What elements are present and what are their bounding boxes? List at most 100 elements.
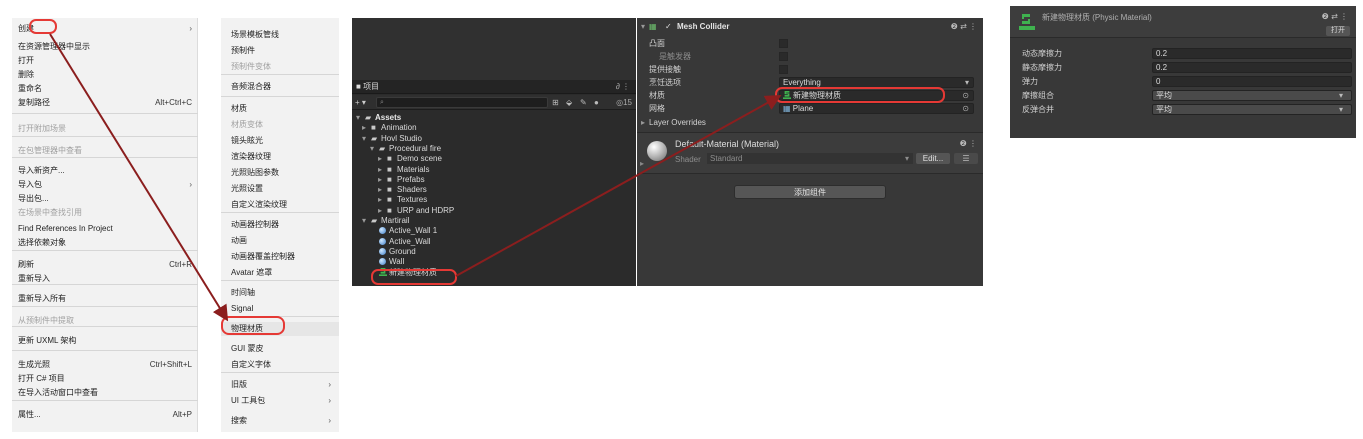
project-tree-item[interactable]: ▸ ■ Prefabs — [378, 175, 425, 185]
submenu-item[interactable]: Signal — [221, 302, 339, 316]
foldout-arrow-icon[interactable]: ▸ — [378, 175, 387, 185]
component-menu-icons[interactable]: ❷ ⇄ ⋮ — [951, 20, 977, 34]
project-tree-item[interactable]: ▾ ▰ Procedural fire — [370, 144, 441, 154]
cooking-options-dropdown[interactable]: Everything ▾ — [779, 77, 974, 88]
context-menu-item[interactable]: 重新导入所有 — [12, 292, 198, 306]
submenu-item[interactable]: 预制件 — [221, 44, 339, 58]
project-tree-item[interactable]: ▸ ■ Shaders — [378, 185, 427, 195]
context-menu-item[interactable]: 在包管理器中查看 — [12, 144, 198, 158]
hidden-count-badge[interactable]: ◎15 — [616, 96, 632, 109]
number-field[interactable]: 0.2 — [1152, 48, 1352, 59]
add-component-button[interactable]: 添加组件 — [734, 185, 886, 199]
context-menu-item[interactable]: 更新 UXML 架构 — [12, 334, 198, 348]
material-options-dropdown[interactable]: ☰ — [954, 153, 978, 164]
submenu-item[interactable]: 光照贴图参数 — [221, 166, 339, 180]
material-menu-icons[interactable]: ❷ ⋮ — [960, 139, 977, 148]
property-checkbox[interactable] — [779, 39, 788, 48]
foldout-arrow-icon[interactable]: ▸ — [362, 123, 371, 133]
project-tree-item[interactable]: ▾ ▰ Hovl Studio — [362, 134, 422, 144]
submenu-item[interactable]: 自定义渲染纹理 — [221, 198, 339, 212]
object-picker-icon[interactable]: ⊙ — [962, 91, 969, 100]
object-picker-icon[interactable]: ⊙ — [962, 104, 969, 113]
component-enabled-checkbox[interactable]: ✓ — [665, 20, 672, 34]
shader-dropdown[interactable]: Standard ▾ — [707, 153, 913, 164]
context-menu-item[interactable]: 导出包... — [12, 192, 198, 206]
foldout-arrow-icon[interactable]: ▸ — [641, 117, 645, 128]
context-menu-item[interactable]: 在场景中查找引用 — [12, 206, 198, 220]
project-tree-item[interactable]: Active_Wall — [370, 237, 431, 247]
favorite-icon[interactable]: ● — [594, 96, 599, 109]
context-menu-item[interactable]: 选择依赖对象 — [12, 236, 198, 250]
submenu-item[interactable]: 动画器覆盖控制器 — [221, 250, 339, 264]
property-label[interactable]: Layer Overrides — [649, 117, 706, 128]
foldout-arrow-icon[interactable]: ▾ — [362, 216, 371, 226]
submenu-item[interactable]: 动画器控制器 — [221, 218, 339, 232]
material-foldout-icon[interactable]: ▸ — [640, 159, 644, 168]
project-tree-item[interactable]: ▸ ■ Textures — [378, 195, 427, 205]
context-menu-item[interactable]: 复制路径 Alt+Ctrl+C — [12, 96, 198, 110]
submenu-item[interactable]: 光照设置 — [221, 182, 339, 196]
physic-material-field[interactable]: 新建物理材质 ⊙ — [779, 90, 974, 101]
submenu-item[interactable]: Avatar 遮罩 — [221, 266, 339, 280]
context-menu-item[interactable]: 删除 — [12, 68, 198, 82]
project-tree-item[interactable]: Active_Wall 1 — [370, 226, 437, 236]
project-tree-item[interactable]: Ground — [370, 247, 416, 257]
foldout-arrow-icon[interactable]: ▸ — [378, 206, 387, 216]
number-field[interactable]: 0.2 — [1152, 62, 1352, 73]
mesh-collider-header[interactable]: ▾ ▦ ✓ Mesh Collider ❷ ⇄ ⋮ — [637, 20, 983, 34]
project-search-input[interactable]: ⌕ — [376, 97, 548, 108]
physic-material-menu-icons[interactable]: ❷ ⇄ ⋮ — [1322, 12, 1348, 21]
context-menu-item[interactable]: 刷新 Ctrl+R — [12, 258, 198, 272]
submenu-item[interactable]: 材质 — [221, 102, 339, 116]
submenu-item[interactable]: 搜索 › — [221, 414, 339, 428]
property-checkbox[interactable] — [779, 65, 788, 74]
project-tree-item[interactable]: ▾ ▰ Martirail — [362, 216, 409, 226]
context-menu-item[interactable]: 生成光照 Ctrl+Shift+L — [12, 358, 198, 372]
combine-dropdown[interactable]: 平均 ▾ — [1152, 90, 1352, 101]
filter-by-type-icon[interactable]: ⊞ — [552, 96, 559, 109]
submenu-item[interactable]: 渲染器纹理 — [221, 150, 339, 164]
context-menu-item[interactable]: 在资源管理器中显示 — [12, 40, 198, 54]
submenu-item[interactable]: 镜头眩光 — [221, 134, 339, 148]
context-menu-item[interactable]: Find References In Project — [12, 222, 198, 236]
shader-edit-button[interactable]: Edit... — [916, 153, 950, 164]
create-plus-button[interactable]: + ▾ — [355, 96, 366, 109]
context-menu-item[interactable]: 打开 — [12, 54, 198, 68]
submenu-item[interactable]: UI 工具包 › — [221, 394, 339, 408]
context-menu-item[interactable]: 创建 › — [12, 22, 198, 36]
project-tree-item[interactable]: ▸ ■ URP and HDRP — [378, 206, 454, 216]
submenu-item[interactable]: 材质变体 — [221, 118, 339, 132]
project-tree-item[interactable]: ▸ ■ Materials — [378, 165, 429, 175]
project-tree-item[interactable]: ▸ ■ Demo scene — [378, 154, 442, 164]
submenu-item[interactable]: 物理材质 — [221, 322, 339, 336]
project-tree-item[interactable]: ▾ ▰ Assets — [356, 113, 401, 123]
number-field[interactable]: 0 — [1152, 76, 1352, 87]
submenu-item[interactable]: 预制件变体 — [221, 60, 339, 74]
context-menu-item[interactable]: 属性... Alt+P — [12, 408, 198, 422]
tab-project[interactable]: ■ 项目 — [356, 81, 379, 93]
submenu-item[interactable]: 时间轴 — [221, 286, 339, 300]
tab-options-icon[interactable]: ∂ ⋮ — [616, 81, 630, 93]
context-menu-item[interactable]: 导入新资产... — [12, 164, 198, 178]
foldout-arrow-icon[interactable]: ▾ — [641, 20, 645, 34]
chevron-down-icon[interactable]: ▾ — [965, 78, 969, 87]
mesh-field[interactable]: ▦ Plane ⊙ — [779, 103, 974, 114]
tag-icon[interactable]: ✎ — [580, 96, 587, 109]
submenu-item[interactable]: 旧版 › — [221, 378, 339, 392]
submenu-item[interactable]: 动画 — [221, 234, 339, 248]
foldout-arrow-icon[interactable]: ▾ — [356, 113, 365, 123]
foldout-arrow-icon[interactable]: ▾ — [362, 134, 371, 144]
open-button[interactable]: 打开 — [1326, 26, 1350, 36]
filter-by-label-icon[interactable]: ⬙ — [566, 96, 572, 109]
foldout-arrow-icon[interactable]: ▸ — [378, 154, 387, 164]
foldout-arrow-icon[interactable]: ▾ — [370, 144, 379, 154]
project-tree-item[interactable]: 新建物理材质 — [370, 267, 437, 278]
submenu-item[interactable]: 音频混合器 — [221, 80, 339, 94]
foldout-arrow-icon[interactable]: ▸ — [378, 185, 387, 195]
context-menu-item[interactable]: 导入包 › — [12, 178, 198, 192]
foldout-arrow-icon[interactable]: ▸ — [378, 195, 387, 205]
context-menu-item[interactable]: 打开附加场景 — [12, 122, 198, 136]
submenu-item[interactable]: 场景模板管线 — [221, 28, 339, 42]
submenu-item[interactable]: 自定义字体 — [221, 358, 339, 372]
context-menu-item[interactable]: 打开 C# 项目 — [12, 372, 198, 386]
